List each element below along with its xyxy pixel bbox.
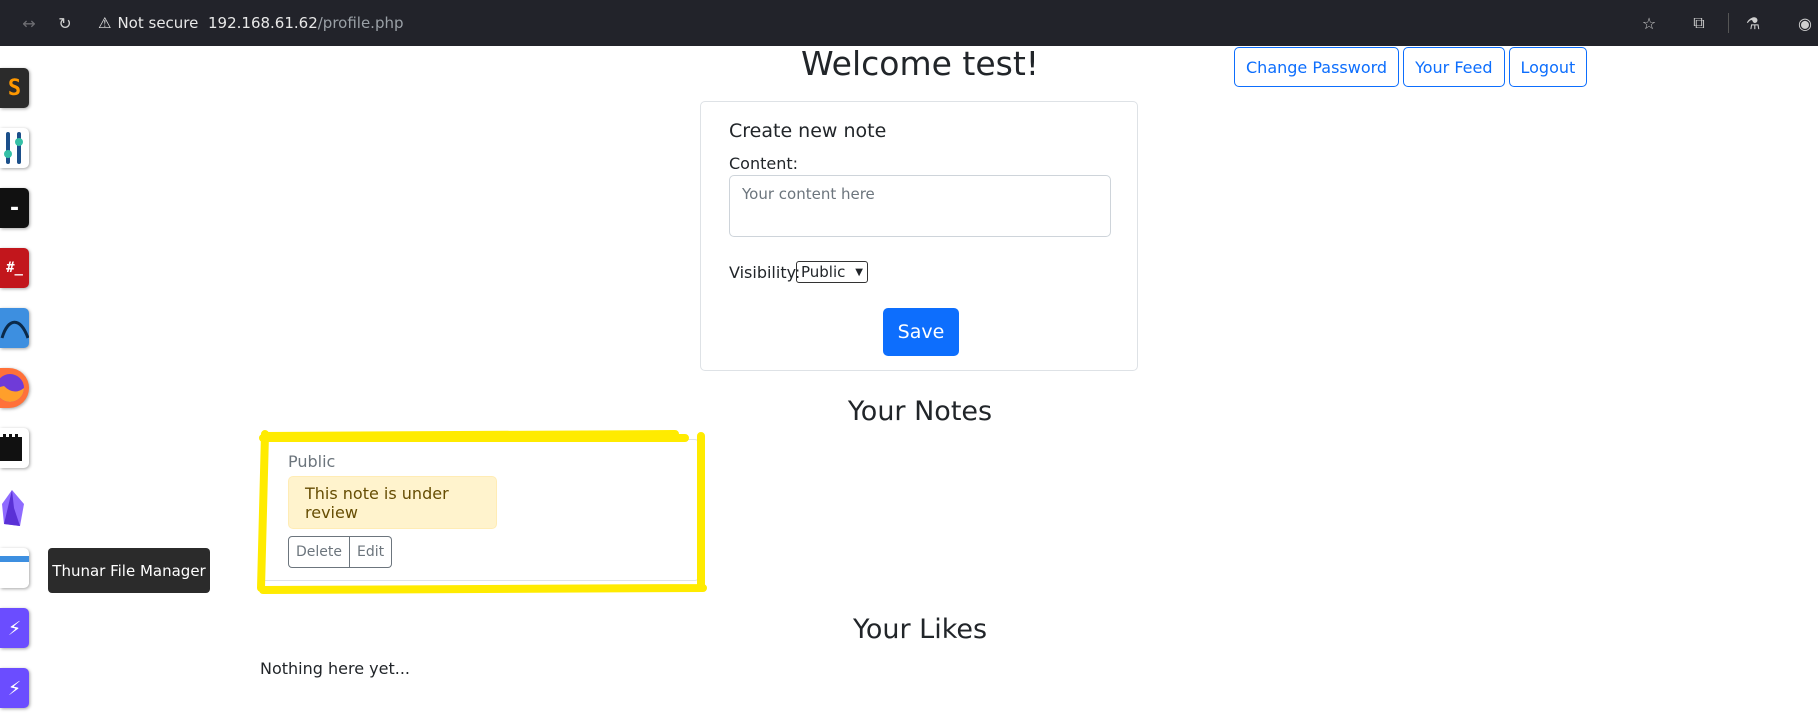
security-indicator[interactable]: ⚠ Not secure — [98, 12, 198, 34]
wireshark-icon[interactable] — [0, 308, 29, 348]
burp-icon-2[interactable]: ⚡ — [0, 668, 29, 708]
visibility-selected: Public — [801, 263, 846, 281]
file-manager-icon[interactable] — [0, 548, 29, 588]
account-nav: Change Password Your Feed Logout — [1234, 47, 1588, 87]
create-note-card: Create new note Content: Your content he… — [700, 101, 1138, 371]
browser-toolbar: ← → ↻ ⚠ Not secure 192.168.61.62/profile… — [0, 0, 1818, 46]
likes-empty-message: Nothing here yet... — [260, 659, 410, 678]
review-alert: This note is under review — [288, 476, 497, 529]
visibility-select[interactable]: Public ▼ — [796, 261, 868, 283]
change-password-button[interactable]: Change Password — [1234, 47, 1400, 87]
likes-heading: Your Likes — [852, 614, 988, 645]
note-card: Public This note is under review Delete … — [261, 439, 699, 581]
sublime-text-icon[interactable]: S — [0, 68, 29, 108]
page-title: Welcome test! — [800, 44, 1040, 83]
root-terminal-icon[interactable]: #_ — [0, 248, 29, 288]
content-placeholder: Your content here — [742, 185, 875, 203]
save-button[interactable]: Save — [883, 308, 959, 356]
forward-icon[interactable]: → — [16, 10, 42, 36]
extensions-icon[interactable]: ⧉ — [1686, 10, 1712, 36]
create-note-title: Create new note — [729, 120, 887, 142]
address-bar[interactable]: 192.168.61.62/profile.php — [208, 12, 404, 34]
reload-icon[interactable]: ↻ — [52, 10, 78, 36]
url-path: /profile.php — [317, 14, 404, 32]
chevron-down-icon: ▼ — [855, 266, 863, 278]
obsidian-crystal — [2, 490, 24, 526]
profile-icon[interactable]: ◉ — [1792, 10, 1818, 36]
content-textarea[interactable]: Your content here — [729, 175, 1111, 237]
wireshark-fin — [0, 320, 29, 339]
sd-card-icon[interactable] — [0, 428, 29, 468]
visibility-label: Visibility: — [729, 263, 801, 282]
warning-icon: ⚠ — [98, 14, 112, 32]
delete-button[interactable]: Delete — [288, 536, 350, 568]
your-feed-button[interactable]: Your Feed — [1403, 47, 1505, 87]
toolbar-divider — [1728, 13, 1729, 33]
terminal-icon[interactable]: - — [0, 188, 29, 228]
notes-heading: Your Notes — [847, 396, 993, 427]
folder-shape — [0, 556, 29, 584]
firefox-icon[interactable] — [0, 368, 29, 408]
sd-card-shape — [0, 434, 22, 461]
note-actions: Delete Edit — [288, 536, 393, 568]
edit-button[interactable]: Edit — [350, 536, 393, 568]
firefox-globe — [0, 374, 24, 402]
star-icon[interactable]: ☆ — [1636, 10, 1662, 36]
labs-icon[interactable]: ⚗ — [1740, 10, 1766, 36]
mixer-sliders — [3, 132, 23, 164]
dock-tooltip: Thunar File Manager — [48, 548, 210, 593]
content-label: Content: — [729, 154, 799, 173]
note-visibility: Public — [288, 452, 336, 471]
logout-button[interactable]: Logout — [1508, 47, 1588, 87]
security-label: Not secure — [117, 14, 199, 32]
obsidian-icon[interactable] — [0, 488, 29, 528]
mixer-icon[interactable] — [0, 128, 29, 168]
url-host: 192.168.61.62 — [208, 14, 318, 32]
burp-icon-1[interactable]: ⚡ — [0, 608, 29, 648]
